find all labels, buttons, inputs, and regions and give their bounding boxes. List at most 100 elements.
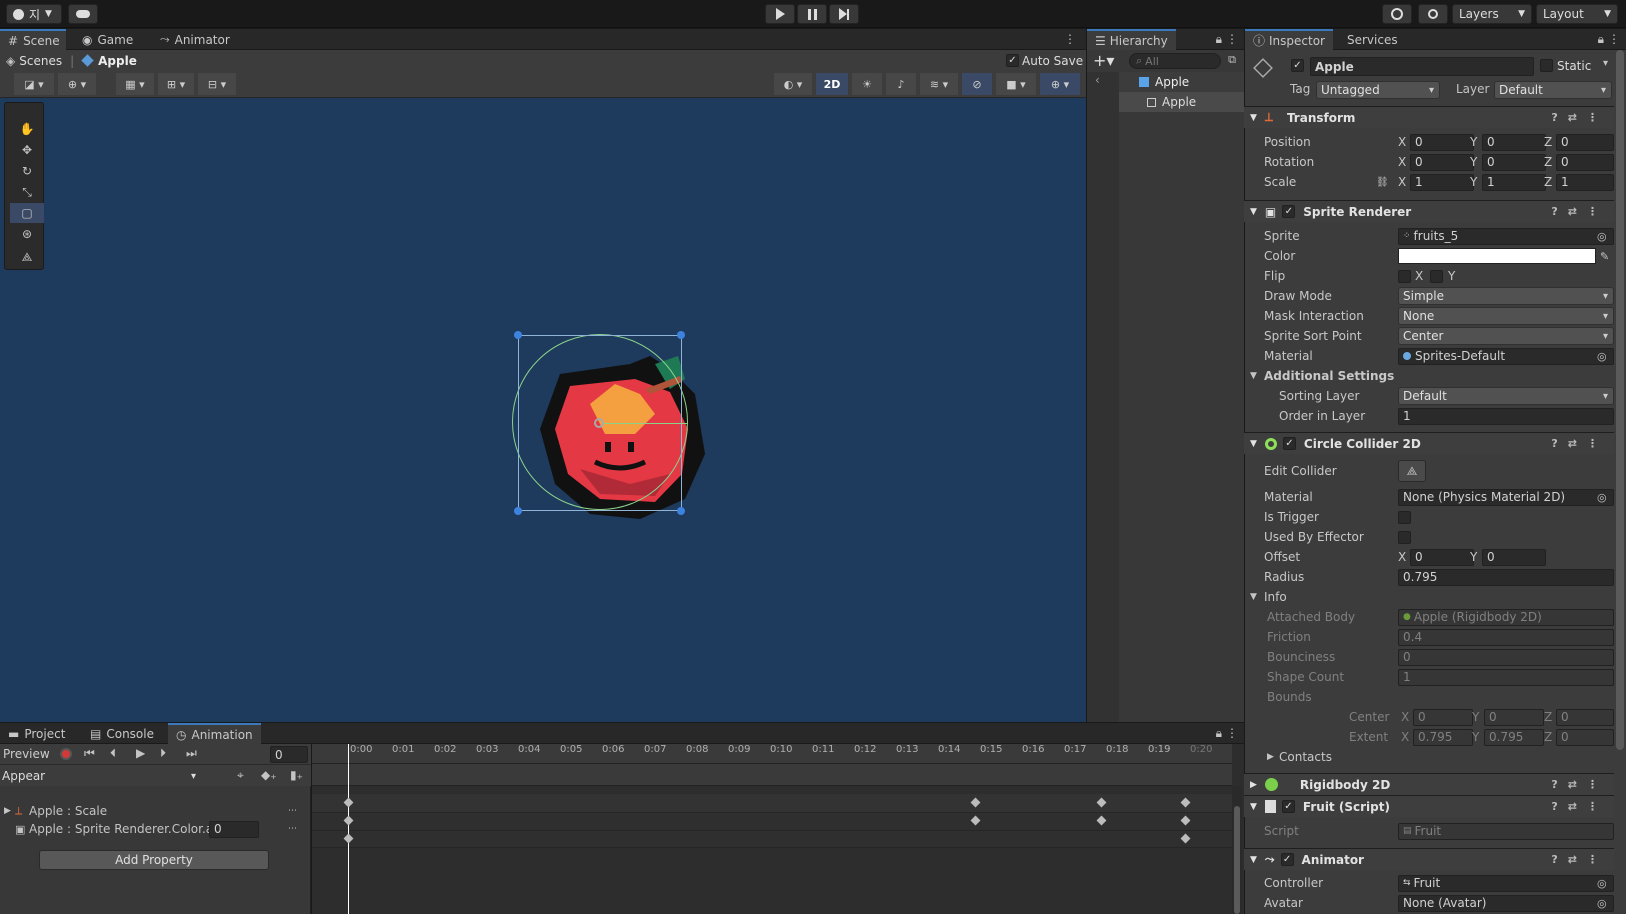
play-icon[interactable]: ▶: [136, 746, 145, 760]
sprite-field[interactable]: ⁘ fruits_5: [1398, 227, 1614, 245]
visibility-button[interactable]: ⊘: [962, 73, 992, 95]
more-icon[interactable]: ⋮: [1587, 800, 1598, 813]
lock-icon[interactable]: 🔒︎: [1216, 32, 1222, 47]
filter-icon[interactable]: ⧉: [1228, 53, 1236, 67]
help-icon[interactable]: ?: [1551, 111, 1557, 124]
dopesheet[interactable]: 0:00 0:01 0:02 0:03 0:04 0:05 0:06 0:07 …: [312, 744, 1244, 914]
lighting-button[interactable]: ☀: [852, 73, 882, 95]
next-key-button[interactable]: ⏵: [160, 746, 166, 761]
prev-key-button[interactable]: ⏴: [110, 746, 116, 761]
transform-header[interactable]: ▼ ⟂ Transform ? ⇄ ⋮: [1244, 106, 1614, 128]
gizmos-button[interactable]: ⊕ ▾: [1040, 73, 1080, 95]
preview-toggle[interactable]: Preview: [3, 747, 50, 761]
breadcrumb-root[interactable]: Scenes: [19, 54, 62, 68]
sorting-layer-dropdown[interactable]: Default: [1398, 387, 1614, 405]
dopesheet-scrollbar[interactable]: [1232, 786, 1242, 914]
scene-viewport[interactable]: ✋ ✥ ↻ ⤡ ▢ ⊛ ⟁: [0, 98, 1086, 722]
rotation-x-field[interactable]: 0: [1410, 153, 1474, 171]
draw-mode-dropdown[interactable]: Simple: [1398, 287, 1614, 305]
hierarchy-search[interactable]: ⌕ All: [1129, 53, 1221, 69]
more-icon[interactable]: ⋮: [1226, 32, 1238, 46]
add-keyframe-icon[interactable]: ◆₊: [261, 768, 277, 782]
frame-field[interactable]: 0: [270, 746, 308, 763]
rect-handle[interactable]: [514, 331, 522, 339]
tab-inspector[interactable]: ⓘ Inspector: [1245, 29, 1333, 50]
rotate-tool[interactable]: ↻: [10, 161, 44, 181]
more-icon[interactable]: ⋮: [1608, 32, 1620, 46]
object-picker-icon[interactable]: ◎: [1597, 897, 1607, 910]
help-icon[interactable]: ?: [1551, 800, 1557, 813]
playhead[interactable]: [348, 744, 349, 914]
tab-hierarchy[interactable]: ☰ Hierarchy: [1087, 29, 1176, 50]
order-in-layer-field[interactable]: 1: [1398, 407, 1614, 425]
account-dropdown[interactable]: 지 ▼: [6, 4, 62, 24]
draw-mode-button[interactable]: ◪ ▾: [14, 73, 54, 95]
pause-button[interactable]: [797, 4, 827, 24]
rect-handle[interactable]: [514, 507, 522, 515]
material-field[interactable]: Sprites-Default: [1398, 347, 1614, 365]
scale-z-field[interactable]: 1: [1556, 173, 1614, 191]
contacts-foldout[interactable]: ▶ Contacts: [1244, 747, 1614, 767]
additional-settings-foldout[interactable]: ▼ Additional Settings: [1244, 366, 1614, 386]
tab-game[interactable]: ◉ Game: [74, 29, 141, 50]
lock-icon[interactable]: 🔒︎: [1216, 726, 1222, 741]
component-enabled-checkbox[interactable]: ✓: [1282, 437, 1296, 450]
collider-material-field[interactable]: None (Physics Material 2D): [1398, 488, 1614, 506]
hierarchy-root-row[interactable]: Apple: [1119, 72, 1244, 92]
grid-snap-button[interactable]: ▦ ▾: [116, 73, 154, 95]
breadcrumb-current[interactable]: Apple: [98, 54, 137, 68]
clip-dropdown[interactable]: Appear ▾: [2, 767, 200, 785]
layers-dropdown[interactable]: Layers ▼: [1452, 4, 1532, 24]
lock-icon[interactable]: 🔒︎: [1598, 32, 1604, 47]
record-button[interactable]: [60, 748, 72, 760]
property-row[interactable]: ▣ Apple : Sprite Renderer.Color.a 0 ⋯: [0, 820, 311, 838]
custom-tool[interactable]: ⟁: [10, 247, 44, 267]
color-swatch[interactable]: [1398, 248, 1596, 264]
tab-console[interactable]: ▤ Console: [82, 723, 162, 744]
search-button[interactable]: [1418, 4, 1448, 24]
controller-field[interactable]: ⇆ Fruit: [1398, 874, 1614, 892]
rotation-z-field[interactable]: 0: [1556, 153, 1614, 171]
flip-x-checkbox[interactable]: [1398, 269, 1411, 283]
move-tool[interactable]: ✥: [10, 140, 44, 160]
camera-button[interactable]: ■ ▾: [996, 73, 1036, 95]
more-icon[interactable]: ⋮: [1226, 726, 1238, 740]
scale-y-field[interactable]: 1: [1482, 173, 1546, 191]
help-icon[interactable]: ?: [1551, 853, 1557, 866]
hand-tool[interactable]: ✋: [10, 119, 44, 139]
link-icon[interactable]: ⛓: [1376, 177, 1389, 188]
audio-button[interactable]: ♪: [886, 73, 916, 95]
flip-y-checkbox[interactable]: [1430, 269, 1443, 283]
component-enabled-checkbox[interactable]: ✓: [1281, 800, 1295, 813]
help-icon[interactable]: ?: [1551, 437, 1557, 450]
component-enabled-checkbox[interactable]: ✓: [1282, 205, 1296, 218]
more-icon[interactable]: ⋮: [1064, 32, 1076, 46]
step-button[interactable]: [829, 4, 859, 24]
align-button[interactable]: ⊟ ▾: [198, 73, 236, 95]
scale-tool[interactable]: ⤡: [10, 182, 44, 202]
increment-snap-button[interactable]: ⊞ ▾: [158, 73, 194, 95]
first-key-button[interactable]: ⏮: [84, 746, 95, 761]
more-icon[interactable]: ⋮: [1587, 853, 1598, 866]
hierarchy-child-row[interactable]: Apple: [1119, 92, 1244, 112]
info-foldout[interactable]: ▼ Info: [1244, 587, 1614, 607]
chevron-down-icon[interactable]: ▾: [1603, 58, 1608, 69]
offset-x-field[interactable]: 0: [1410, 548, 1474, 566]
event-track[interactable]: [312, 764, 1232, 786]
tab-animation[interactable]: ◷ Animation: [168, 723, 261, 744]
object-name-field[interactable]: Apple: [1310, 57, 1534, 76]
sprite-renderer-header[interactable]: ▼ ▣ ✓ Sprite Renderer ? ⇄ ⋮: [1244, 200, 1614, 222]
property-options-icon[interactable]: ⋯: [288, 806, 297, 816]
layer-dropdown[interactable]: Default: [1494, 81, 1612, 99]
help-icon[interactable]: ?: [1551, 205, 1557, 218]
offset-y-field[interactable]: 0: [1482, 548, 1546, 566]
preset-icon[interactable]: ⇄: [1568, 205, 1577, 218]
tag-dropdown[interactable]: Untagged: [1316, 81, 1440, 99]
object-picker-icon[interactable]: ◎: [1597, 230, 1607, 243]
add-icon[interactable]: +▾: [1093, 51, 1114, 70]
eyedropper-icon[interactable]: ✎: [1600, 250, 1609, 263]
avatar-field[interactable]: None (Avatar): [1398, 894, 1614, 912]
property-value-field[interactable]: 0: [209, 820, 259, 838]
active-checkbox[interactable]: ✓: [1291, 59, 1304, 72]
help-icon[interactable]: ?: [1551, 778, 1557, 791]
